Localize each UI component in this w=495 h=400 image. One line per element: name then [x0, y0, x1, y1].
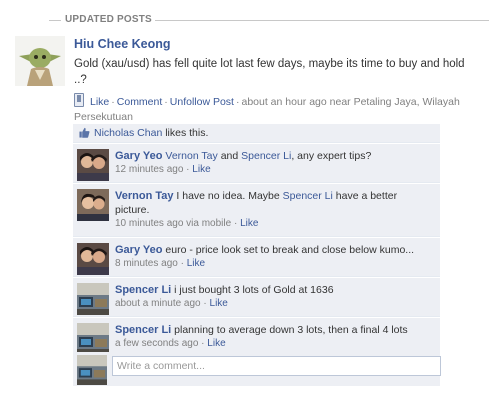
- unfollow-post-link[interactable]: Unfollow Post: [170, 96, 234, 108]
- section-title: UPDATED POSTS: [65, 14, 155, 25]
- separator-dot: ·: [235, 96, 240, 108]
- comment-like-link[interactable]: Like: [210, 298, 228, 309]
- comment-item: Gary Yeo Vernon Tay and Spencer Li, any …: [73, 144, 440, 183]
- yoda-avatar-icon: [15, 36, 65, 86]
- comment-like-link[interactable]: Like: [192, 164, 210, 175]
- comment-author-avatar[interactable]: [77, 323, 109, 355]
- comment-author-avatar[interactable]: [77, 283, 109, 315]
- current-user-avatar: [77, 355, 107, 385]
- poster-avatar[interactable]: [15, 36, 65, 86]
- mobile-icon: [74, 93, 84, 107]
- comment-author-avatar[interactable]: [77, 243, 109, 275]
- separator-dot: ·: [198, 338, 208, 349]
- comment-text: , any expert tips?: [291, 150, 372, 162]
- divider-left: [49, 20, 61, 21]
- divider-right: [155, 20, 489, 21]
- post-comment-link[interactable]: Comment: [117, 96, 163, 108]
- comment-timestamp: 12 minutes ago: [115, 164, 184, 175]
- comment-text: i just bought 3 lots of Gold at 1636: [174, 284, 334, 296]
- post-text: Gold (xau/usd) has fell quite lot last f…: [74, 58, 465, 86]
- comment-timestamp: about a minute ago: [115, 298, 201, 309]
- comment-meta: 8 minutes ago · Like: [115, 257, 432, 271]
- write-comment-input[interactable]: Write a comment...: [112, 356, 441, 376]
- liker-name-link[interactable]: Nicholas Chan: [94, 127, 162, 139]
- separator-dot: ·: [231, 218, 241, 229]
- comment-item: Spencer Li i just bought 3 lots of Gold …: [73, 278, 440, 317]
- comments-list: Gary Yeo Vernon Tay and Spencer Li, any …: [73, 144, 440, 358]
- comment-author-avatar[interactable]: [77, 189, 109, 221]
- comment-author-link[interactable]: Spencer Li: [115, 284, 171, 296]
- comment-meta: a few seconds ago · Like: [115, 337, 432, 351]
- comment-item: Vernon Tay I have no idea. Maybe Spencer…: [73, 184, 440, 237]
- comment-item: Gary Yeo euro - price look set to break …: [73, 238, 440, 277]
- likes-bar: Nicholas Chan likes this.: [73, 124, 440, 143]
- comment-meta: 12 minutes ago · Like: [115, 163, 432, 177]
- comment-text: I have no idea. Maybe: [176, 190, 283, 202]
- mentioned-user-link[interactable]: Vernon Tay: [165, 150, 217, 162]
- comment-meta: 10 minutes ago via mobile · Like: [115, 217, 432, 231]
- likes-suffix: likes this.: [165, 127, 209, 139]
- comment-timestamp: a few seconds ago: [115, 338, 199, 349]
- comment-text: and: [217, 150, 242, 162]
- comment-author-link[interactable]: Spencer Li: [115, 324, 171, 336]
- separator-dot: ·: [200, 298, 210, 309]
- comment-meta: about a minute ago · Like: [115, 297, 432, 311]
- section-header: UPDATED POSTS: [49, 12, 489, 28]
- comment-author-link[interactable]: Gary Yeo: [115, 150, 163, 162]
- separator-dot: ·: [111, 96, 115, 108]
- comment-timestamp: 10 minutes ago via mobile: [115, 218, 232, 229]
- comment-like-link[interactable]: Like: [207, 338, 225, 349]
- post-meta: Like · Comment · Unfollow Post · about an hour…: [74, 93, 464, 125]
- separator-dot: ·: [164, 96, 168, 108]
- mentioned-user-link[interactable]: Spencer Li: [283, 190, 333, 202]
- post-like-link[interactable]: Like: [90, 96, 109, 108]
- write-comment-box: Write a comment...: [73, 352, 441, 386]
- comment-like-link[interactable]: Like: [187, 258, 205, 269]
- thumbs-up-icon: [79, 127, 90, 138]
- comment-timestamp: 8 minutes ago: [115, 258, 178, 269]
- comment-like-link[interactable]: Like: [240, 218, 258, 229]
- comment-author-link[interactable]: Vernon Tay: [115, 190, 173, 202]
- comment-author-link[interactable]: Gary Yeo: [115, 244, 163, 256]
- mentioned-user-link[interactable]: Spencer Li: [241, 150, 291, 162]
- separator-dot: ·: [183, 164, 193, 175]
- separator-dot: ·: [177, 258, 187, 269]
- comment-text: euro - price look set to break and close…: [165, 244, 415, 256]
- comment-author-avatar[interactable]: [77, 149, 109, 181]
- post-author-link[interactable]: Hiu Chee Keong: [74, 37, 171, 51]
- comment-text: planning to average down 3 lots, then a …: [174, 324, 408, 336]
